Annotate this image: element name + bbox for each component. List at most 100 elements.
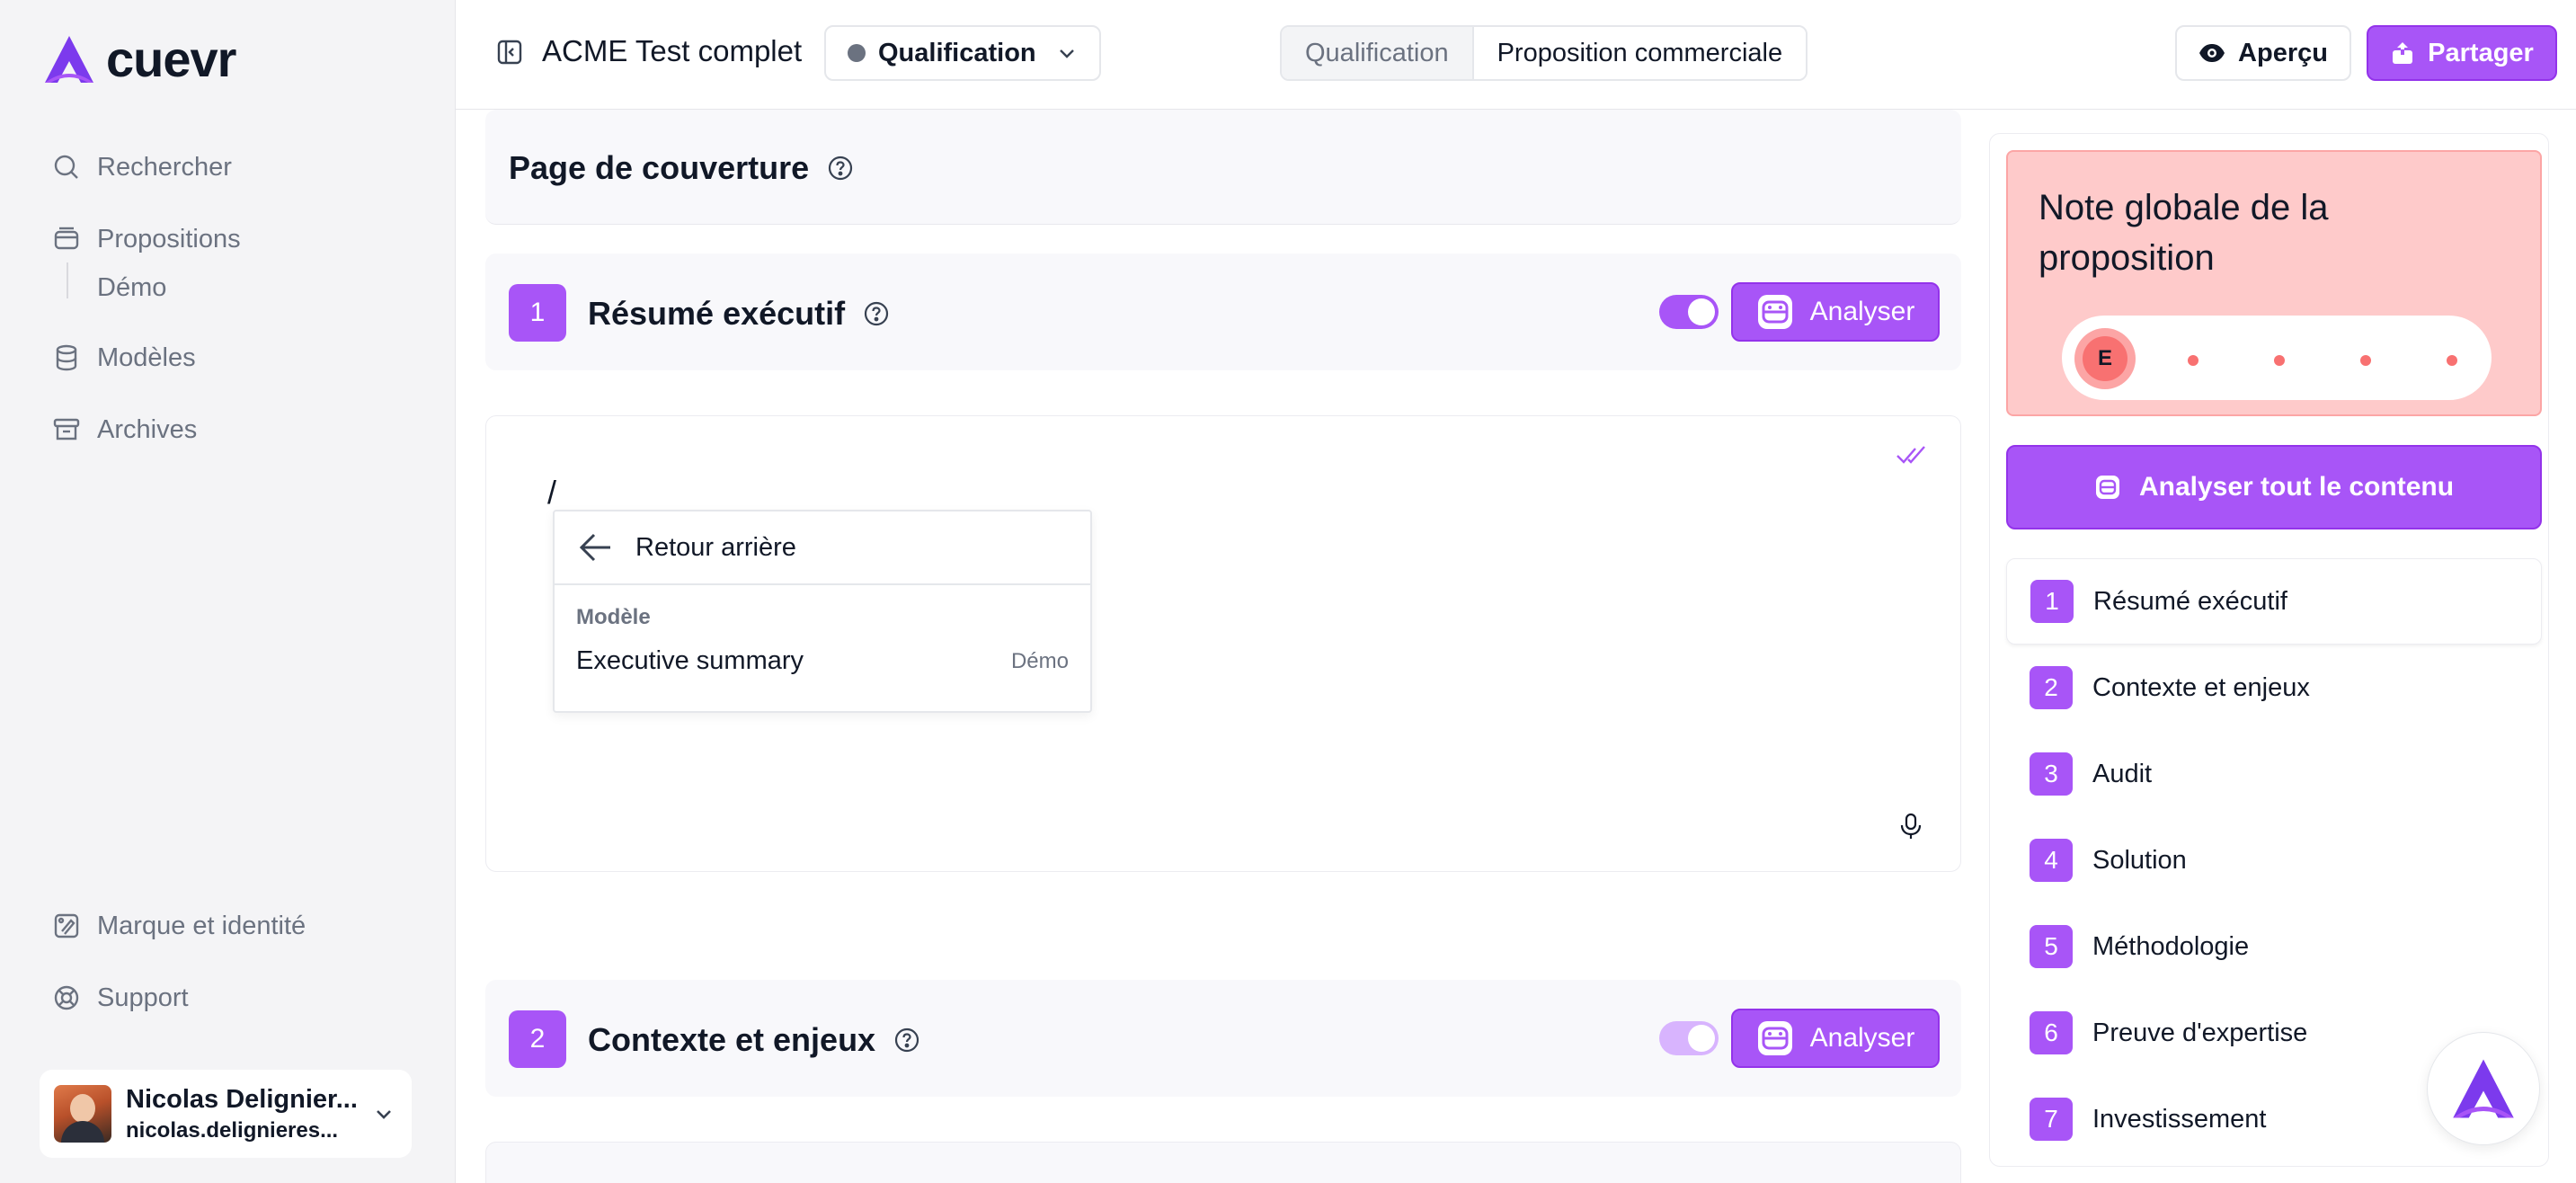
toc-item[interactable]: 4 Solution xyxy=(2006,817,2542,903)
grade-dot xyxy=(2447,355,2457,366)
sidebar-bottom-nav: Marque et identité Support xyxy=(52,908,430,1052)
sidebar-item-propositions[interactable]: Propositions xyxy=(52,221,430,257)
preview-button[interactable]: Aperçu xyxy=(2175,25,2351,81)
analyze-label: Analyser xyxy=(1809,297,1915,326)
toc-number: 1 xyxy=(2030,580,2074,623)
sidebar-item-label: Support xyxy=(97,983,189,1012)
app-logo[interactable]: cuevr xyxy=(41,31,236,87)
tab-qualification[interactable]: Qualification xyxy=(1282,27,1474,79)
section-number: 2 xyxy=(509,1010,566,1068)
search-icon xyxy=(54,155,78,179)
section-number: 1 xyxy=(509,284,566,342)
sidebar-subitem-demo[interactable]: Démo xyxy=(52,262,430,306)
menu-item-label: Executive summary xyxy=(576,646,804,675)
sidebar-toggle-icon[interactable] xyxy=(495,38,524,67)
analyze-button[interactable]: Analyser xyxy=(1731,282,1940,342)
global-score-card: Note globale de la proposition E xyxy=(2006,150,2542,416)
document-title: ACME Test complet xyxy=(542,34,803,67)
chevron-down-icon xyxy=(1060,49,1074,58)
toc-label: Investissement xyxy=(2092,1104,2267,1134)
toc-item[interactable]: 5 Méthodologie xyxy=(2006,903,2542,990)
share-button[interactable]: Partager xyxy=(2367,25,2557,81)
robot-icon xyxy=(1757,1021,1792,1055)
assistant-fab-button[interactable] xyxy=(2427,1032,2540,1145)
help-icon[interactable] xyxy=(863,300,890,327)
sidebar: cuevr Rechercher Propositions Démo Modèl… xyxy=(0,0,456,1183)
analyze-button[interactable]: Analyser xyxy=(1731,1009,1940,1068)
tab-proposition-commerciale[interactable]: Proposition commerciale xyxy=(1473,27,1807,79)
toc-label: Contexte et enjeux xyxy=(2092,672,2310,702)
toc-number: 4 xyxy=(2030,839,2073,882)
logo-text: cuevr xyxy=(106,31,236,87)
toc-label: Solution xyxy=(2092,845,2187,875)
sidebar-item-label: Propositions xyxy=(97,224,241,254)
user-email: nicolas.delignieres... xyxy=(126,1117,339,1143)
analyze-label: Analyser xyxy=(1809,1023,1915,1053)
toc-label: Résumé exécutif xyxy=(2093,586,2287,616)
section-editor[interactable]: / Retour arrière Modèle Executive summar… xyxy=(485,415,1961,872)
menu-item-template[interactable]: Executive summary Démo xyxy=(555,646,1090,676)
chevron-down-icon[interactable] xyxy=(372,1102,395,1125)
section-header-executive-summary: 1 Résumé exécutif Analyser xyxy=(485,254,1961,370)
sidebar-item-archives[interactable]: Archives xyxy=(52,412,430,448)
cover-page-section[interactable]: Page de couverture xyxy=(485,110,1961,225)
score-title: Note globale de la proposition xyxy=(2039,188,2329,278)
analyze-all-button[interactable]: Analyser tout le contenu xyxy=(2006,445,2542,529)
section-toggle[interactable] xyxy=(1659,1021,1719,1055)
status-select[interactable]: Qualification xyxy=(824,25,1101,81)
database-icon xyxy=(56,344,77,371)
sidebar-item-models[interactable]: Modèles xyxy=(52,340,430,376)
lifebuoy-icon xyxy=(54,985,79,1010)
section-title: Résumé exécutif xyxy=(588,295,890,333)
brand-icon xyxy=(54,913,79,938)
double-check-icon xyxy=(1896,446,1925,464)
proposal-editor: Page de couverture 1 Résumé exécutif Ana… xyxy=(485,110,1961,1183)
back-label: Retour arrière xyxy=(635,532,796,562)
preview-label: Aperçu xyxy=(2238,38,2328,67)
section-title-text: Résumé exécutif xyxy=(588,295,846,332)
toc-number: 7 xyxy=(2030,1098,2073,1141)
section-header-context: 2 Contexte et enjeux Analyser xyxy=(485,980,1961,1097)
cuevr-logo-icon xyxy=(2453,1059,2514,1118)
grade-value: E xyxy=(2083,336,2127,381)
grade-badge: E xyxy=(2074,328,2136,389)
view-segmented-control: Qualification Proposition commerciale xyxy=(1280,25,1808,81)
status-dot xyxy=(848,44,866,62)
user-name: Nicolas Delignier... xyxy=(126,1084,358,1114)
microphone-icon[interactable] xyxy=(1897,812,1924,841)
help-icon[interactable] xyxy=(893,1027,920,1054)
user-menu[interactable]: Nicolas Delignier... nicolas.delignieres… xyxy=(40,1070,412,1158)
sidebar-item-label: Rechercher xyxy=(97,152,232,182)
user-info: Nicolas Delignier... nicolas.delignieres… xyxy=(126,1085,358,1143)
toc-label: Méthodologie xyxy=(2092,931,2250,961)
sidebar-item-support[interactable]: Support xyxy=(52,980,430,1016)
section-title-text: Contexte et enjeux xyxy=(588,1021,876,1058)
share-label: Partager xyxy=(2428,38,2534,67)
robot-icon xyxy=(2095,476,2119,499)
sidebar-item-label: Modèles xyxy=(97,342,196,372)
sidebar-item-label: Marque et identité xyxy=(97,911,306,940)
menu-group-label: Modèle xyxy=(576,605,651,629)
toc-number: 3 xyxy=(2030,752,2073,796)
toc-item[interactable]: 2 Contexte et enjeux xyxy=(2006,645,2542,731)
robot-icon xyxy=(1757,295,1792,329)
right-panel: Note globale de la proposition E Analyse… xyxy=(1989,133,2549,1167)
sidebar-subitem-label: Démo xyxy=(97,272,167,302)
toc-item[interactable]: 3 Audit xyxy=(2006,731,2542,817)
back-menu-item[interactable]: Retour arrière xyxy=(555,511,1090,585)
toc-label: Audit xyxy=(2092,759,2153,788)
toc-item[interactable]: 1 Résumé exécutif xyxy=(2006,558,2542,645)
toc-number: 6 xyxy=(2030,1011,2073,1054)
help-icon[interactable] xyxy=(827,155,854,182)
section-toggle[interactable] xyxy=(1659,295,1719,329)
sidebar-item-search[interactable]: Rechercher xyxy=(52,149,430,185)
menu-item-tag: Démo xyxy=(1010,648,1069,673)
analyze-all-label: Analyser tout le contenu xyxy=(2138,472,2455,502)
sidebar-nav: Rechercher Propositions Démo Modèles Arc… xyxy=(52,149,430,484)
status-label: Qualification xyxy=(878,38,1036,67)
grade-scale: E xyxy=(2060,314,2493,402)
sidebar-item-brand[interactable]: Marque et identité xyxy=(52,908,430,944)
editor-text: / xyxy=(547,474,557,511)
section-editor[interactable] xyxy=(485,1142,1961,1183)
grade-dot xyxy=(2274,355,2285,366)
